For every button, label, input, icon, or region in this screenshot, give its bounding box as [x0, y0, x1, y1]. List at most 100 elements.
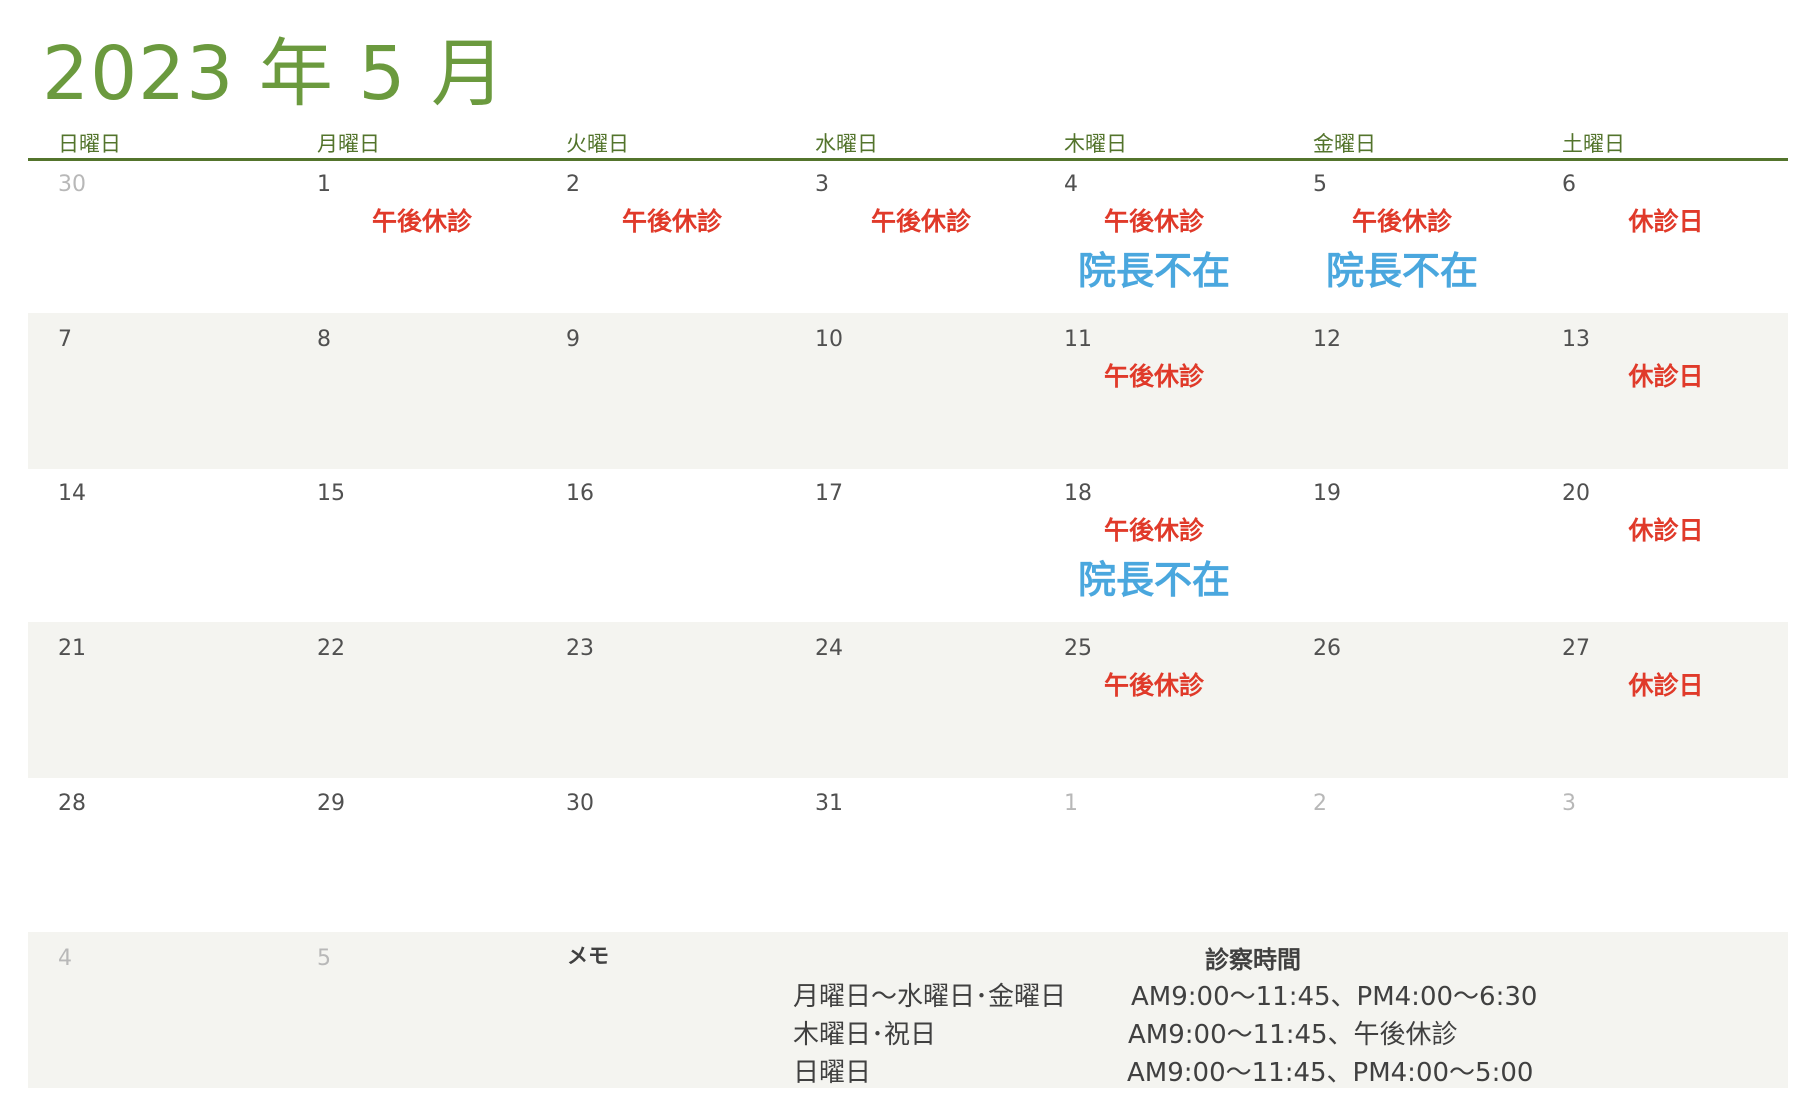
closure-label: 休診日 — [1628, 207, 1704, 236]
day-cell[interactable]: 29 — [317, 777, 557, 933]
day-cell[interactable]: 4 — [58, 932, 298, 1088]
day-cell[interactable]: 27 休診日 — [1562, 622, 1802, 778]
closure-label: 午後休診 — [371, 207, 472, 236]
day-cell[interactable]: 20 休診日 — [1562, 467, 1802, 623]
day-number: 26 — [1313, 636, 1341, 661]
day-cell[interactable]: 3 — [1562, 777, 1802, 933]
day-cell[interactable]: 1 午後休診 — [317, 158, 557, 314]
hours-days-row-1: 月曜日～水曜日･金曜日 — [793, 982, 1067, 1012]
day-cell[interactable]: 15 — [317, 467, 557, 623]
day-number: 30 — [58, 172, 86, 197]
day-number: 23 — [566, 636, 594, 661]
day-cell[interactable]: 6 休診日 — [1562, 158, 1802, 314]
day-number: 30 — [566, 791, 594, 816]
director-absent-label: 院長不在 — [1077, 558, 1230, 602]
closure-label: 午後休診 — [1351, 207, 1452, 236]
hours-title: 診察時間 — [1205, 946, 1301, 974]
closure-label: 休診日 — [1628, 362, 1704, 391]
day-number: 21 — [58, 636, 86, 661]
day-number: 3 — [1562, 791, 1576, 816]
day-number: 31 — [815, 791, 843, 816]
day-number: 16 — [566, 481, 594, 506]
day-cell[interactable]: 4 午後休診 院長不在 — [1064, 158, 1304, 314]
day-number: 22 — [317, 636, 345, 661]
day-cell[interactable]: 5 — [317, 932, 557, 1088]
day-cell[interactable]: 7 — [58, 313, 298, 469]
day-cell[interactable]: 24 — [815, 622, 1055, 778]
week-row: 28 29 30 31 1 2 3 — [28, 777, 1788, 933]
day-number: 1 — [317, 172, 331, 197]
day-number: 14 — [58, 481, 86, 506]
closure-label: 休診日 — [1628, 516, 1704, 545]
day-number: 18 — [1064, 481, 1092, 506]
day-number: 9 — [566, 327, 580, 352]
hours-days-row-3: 日曜日 — [793, 1058, 872, 1088]
day-number: 25 — [1064, 636, 1092, 661]
day-cell[interactable]: 30 — [58, 158, 298, 314]
day-number: 4 — [58, 946, 72, 971]
day-cell[interactable]: 16 — [566, 467, 806, 623]
day-cell[interactable]: 13 休診日 — [1562, 313, 1802, 469]
memo-label: メモ — [567, 944, 609, 968]
calendar-title: 2023 年 5 月 — [42, 31, 506, 117]
day-cell[interactable]: 10 — [815, 313, 1055, 469]
closure-label: 午後休診 — [1103, 671, 1204, 700]
day-number: 10 — [815, 327, 843, 352]
day-cell[interactable]: 11 午後休診 — [1064, 313, 1304, 469]
closure-label: 午後休診 — [621, 207, 722, 236]
day-cell[interactable]: 5 午後休診院長不在 — [1313, 158, 1553, 314]
weekday-wednesday: 水曜日 — [815, 132, 878, 156]
closure-label: 午後休診 — [870, 207, 971, 236]
day-cell[interactable]: 26 — [1313, 622, 1553, 778]
director-absent-label: 院長不在 — [1077, 249, 1230, 293]
day-number: 7 — [58, 327, 72, 352]
day-number: 4 — [1064, 172, 1078, 197]
day-cell[interactable]: 19 — [1313, 467, 1553, 623]
day-number: 2 — [566, 172, 580, 197]
day-cell[interactable]: 14 — [58, 467, 298, 623]
day-cell[interactable]: 30 — [566, 777, 806, 933]
director-absent-label: 院長不在 — [1325, 249, 1478, 293]
hours-time-row-3: AM9:00～11:45、PM4:00～5:00 — [1127, 1058, 1534, 1088]
day-cell[interactable]: 22 — [317, 622, 557, 778]
day-cell[interactable]: 8 — [317, 313, 557, 469]
closure-label: 午後休診 — [1103, 362, 1204, 391]
weekday-saturday: 土曜日 — [1562, 132, 1625, 156]
day-cell[interactable]: 18 午後休診 院長不在 — [1064, 467, 1304, 623]
day-number: 2 — [1313, 791, 1327, 816]
day-number: 20 — [1562, 481, 1590, 506]
day-number: 6 — [1562, 172, 1576, 197]
day-cell[interactable]: 23 — [566, 622, 806, 778]
day-number: 28 — [58, 791, 86, 816]
day-number: 24 — [815, 636, 843, 661]
day-cell[interactable]: 1 — [1064, 777, 1304, 933]
day-number: 5 — [1313, 172, 1327, 197]
day-cell[interactable]: 28 — [58, 777, 298, 933]
day-number: 17 — [815, 481, 843, 506]
hours-days-row-2: 木曜日･祝日 — [793, 1020, 937, 1050]
day-number: 27 — [1562, 636, 1590, 661]
day-number: 13 — [1562, 327, 1590, 352]
day-number: 1 — [1064, 791, 1078, 816]
day-cell[interactable]: 17 — [815, 467, 1055, 623]
day-number: 29 — [317, 791, 345, 816]
day-number: 15 — [317, 481, 345, 506]
day-cell[interactable]: 9 — [566, 313, 806, 469]
day-number: 5 — [317, 946, 331, 971]
day-cell[interactable]: 2 午後休診 — [566, 158, 806, 314]
weekday-tuesday: 火曜日 — [566, 132, 629, 156]
day-number: 3 — [815, 172, 829, 197]
weekday-monday: 月曜日 — [317, 132, 380, 156]
day-cell[interactable]: 12 — [1313, 313, 1553, 469]
hours-time-row-2: AM9:00～11:45、午後休診 — [1128, 1020, 1458, 1050]
weekday-thursday: 木曜日 — [1064, 132, 1127, 156]
day-cell[interactable]: 21 — [58, 622, 298, 778]
day-cell[interactable]: 3 午後休診 — [815, 158, 1055, 314]
day-cell[interactable]: 2 — [1313, 777, 1553, 933]
weekday-sunday: 日曜日 — [58, 132, 121, 156]
day-cell[interactable]: 25 午後休診 — [1064, 622, 1304, 778]
day-number: 8 — [317, 327, 331, 352]
day-cell[interactable]: 31 — [815, 777, 1055, 933]
week-row: 14 15 16 17 18 午後休診 院長不在 19 20 休診日 — [28, 467, 1788, 623]
week-row: 21 22 23 24 25 午後休診 26 27 休診日 — [28, 622, 1788, 778]
